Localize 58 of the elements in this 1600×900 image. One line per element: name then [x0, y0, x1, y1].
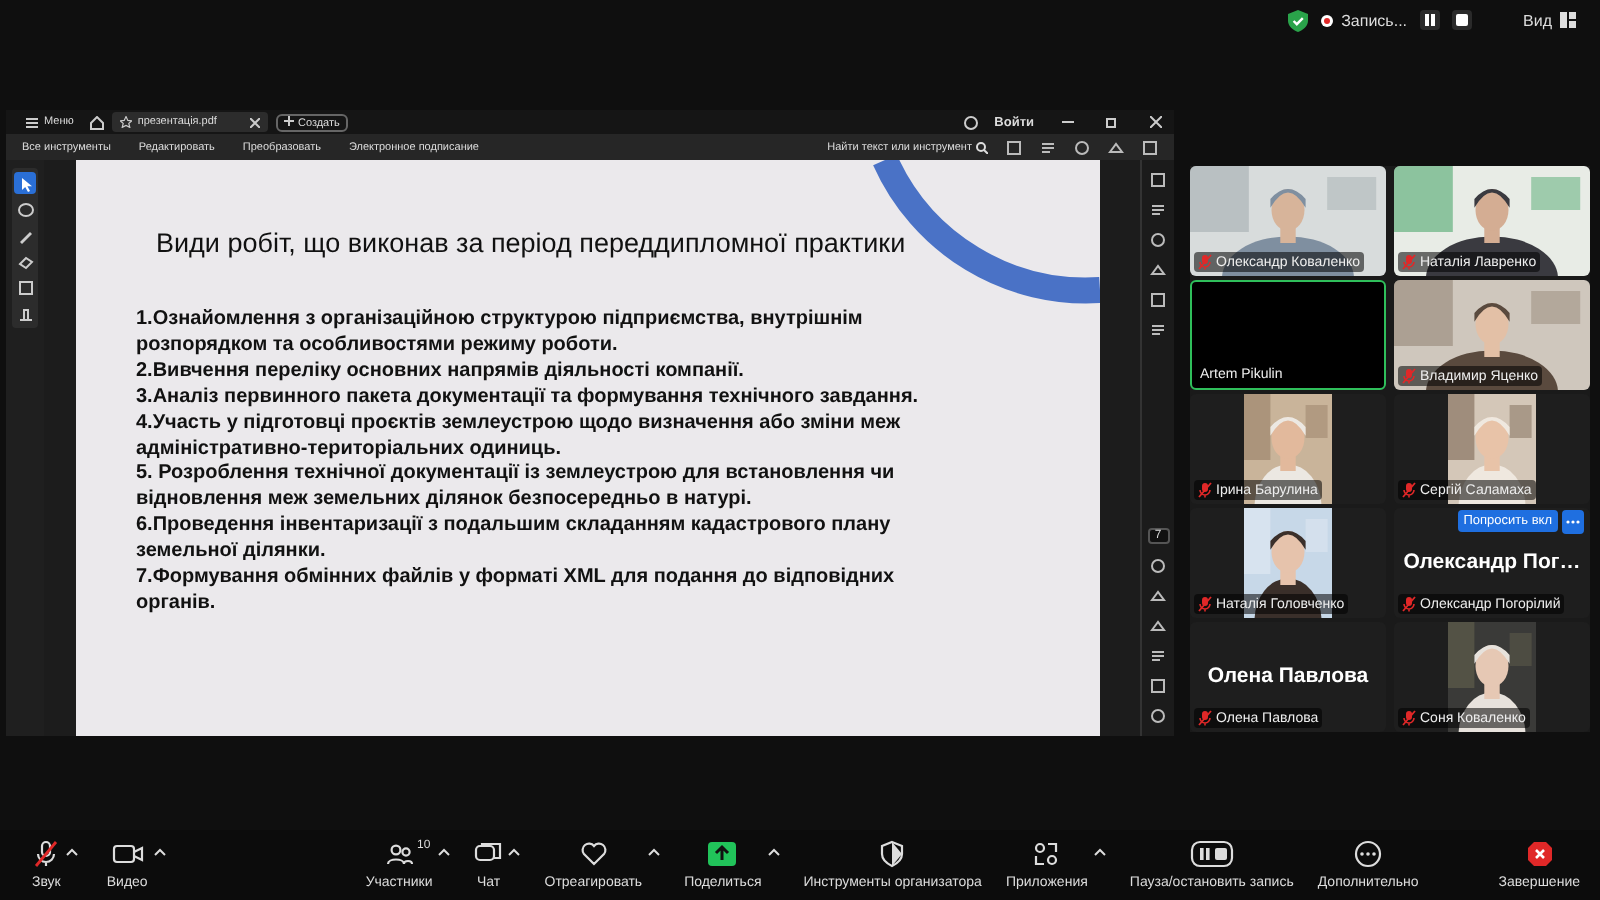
pause-stop-icon	[1189, 840, 1234, 868]
tool-button[interactable]	[14, 172, 36, 194]
participant-display-name: Олена Павлова	[1205, 664, 1371, 690]
caret-icon[interactable]	[508, 848, 521, 856]
side-tool-icon[interactable]	[1074, 139, 1090, 155]
view-button[interactable]: Вид	[1523, 11, 1576, 29]
tool-button[interactable]	[14, 198, 36, 220]
participant-display-name: Олександр Пог…	[1401, 550, 1583, 576]
caret-icon[interactable]	[1093, 848, 1106, 856]
apps-icon	[1032, 840, 1061, 868]
more-options-button[interactable]	[1562, 510, 1584, 534]
pause-icon	[1423, 14, 1436, 26]
star-icon	[119, 116, 132, 128]
grid-layout-icon	[1560, 12, 1576, 28]
recording-label: Запись...	[1341, 11, 1408, 29]
stop-icon	[1455, 14, 1468, 26]
plus-icon	[284, 115, 295, 125]
people-icon	[385, 840, 414, 868]
minimize-icon[interactable]	[1062, 116, 1074, 128]
slide-list-item: 1.Ознайомлення з організаційною структурою підприємства, внутрішнім розпорядком та особливостями режиму роботи.	[136, 308, 865, 360]
side-tool-icon[interactable]	[1150, 322, 1166, 338]
caret-icon[interactable]	[438, 848, 451, 856]
share-screen-icon	[706, 840, 739, 868]
stop-button[interactable]	[1451, 10, 1472, 30]
pause-button[interactable]	[1419, 10, 1440, 30]
side-tool-icon[interactable]	[1150, 648, 1166, 664]
slide-title: Види робіт, що виконав за період переддипломної практики	[154, 226, 906, 258]
slide-list-item: 5. Розроблення технічної документації із землеустрою для встановлення чи відновлення меж земельних ділянок безпосередньо в натурі.	[136, 462, 897, 515]
side-tool-icon[interactable]	[1006, 139, 1022, 155]
side-tool-icon[interactable]	[1108, 139, 1124, 155]
video-camera-icon	[111, 840, 144, 868]
slide-list-item: 6.Проведення інвентаризації з подальшим складанням кадастрового плану земельної ділянки.	[136, 514, 893, 567]
side-tool-icon[interactable]	[1150, 202, 1166, 218]
record-icon	[1319, 13, 1334, 27]
heart-icon	[579, 840, 608, 868]
caret-icon[interactable]	[648, 848, 661, 856]
side-tool-icon[interactable]	[1150, 172, 1166, 188]
end-call-icon	[1525, 840, 1554, 868]
caret-icon[interactable]	[66, 848, 79, 856]
menu-icon	[26, 117, 38, 127]
side-tool-icon[interactable]	[1040, 139, 1056, 155]
close-icon[interactable]	[1150, 116, 1162, 128]
slide-list-item: 2.Вивчення переліку основних напрямів діяльності компанії.	[136, 359, 746, 386]
shield-icon[interactable]	[1287, 9, 1308, 31]
caret-icon[interactable]	[153, 848, 166, 856]
tool-button[interactable]	[14, 276, 36, 298]
slide-list-item: 4.Участь у підготовці проєктів землеустрою щодо визначення або зміни меж адміністративно-територіальних одиниць.	[136, 411, 903, 463]
caret-icon[interactable]	[767, 848, 780, 856]
shield-icon	[878, 840, 907, 868]
restore-icon[interactable]	[1106, 116, 1118, 128]
tool-icon	[15, 303, 35, 323]
side-tool-icon[interactable]	[1142, 139, 1158, 155]
close-icon[interactable]	[250, 117, 261, 127]
search-icon	[976, 141, 988, 153]
home-icon[interactable]	[89, 115, 104, 129]
more-icon	[1354, 840, 1383, 868]
slide-list-item: 3.Аналіз первинного пакета документації та формування технічного завдання.	[136, 385, 921, 412]
slide-list-item: 7.Формування обмінних файлів у форматі XML для подання до відповідних органів.	[136, 566, 897, 618]
